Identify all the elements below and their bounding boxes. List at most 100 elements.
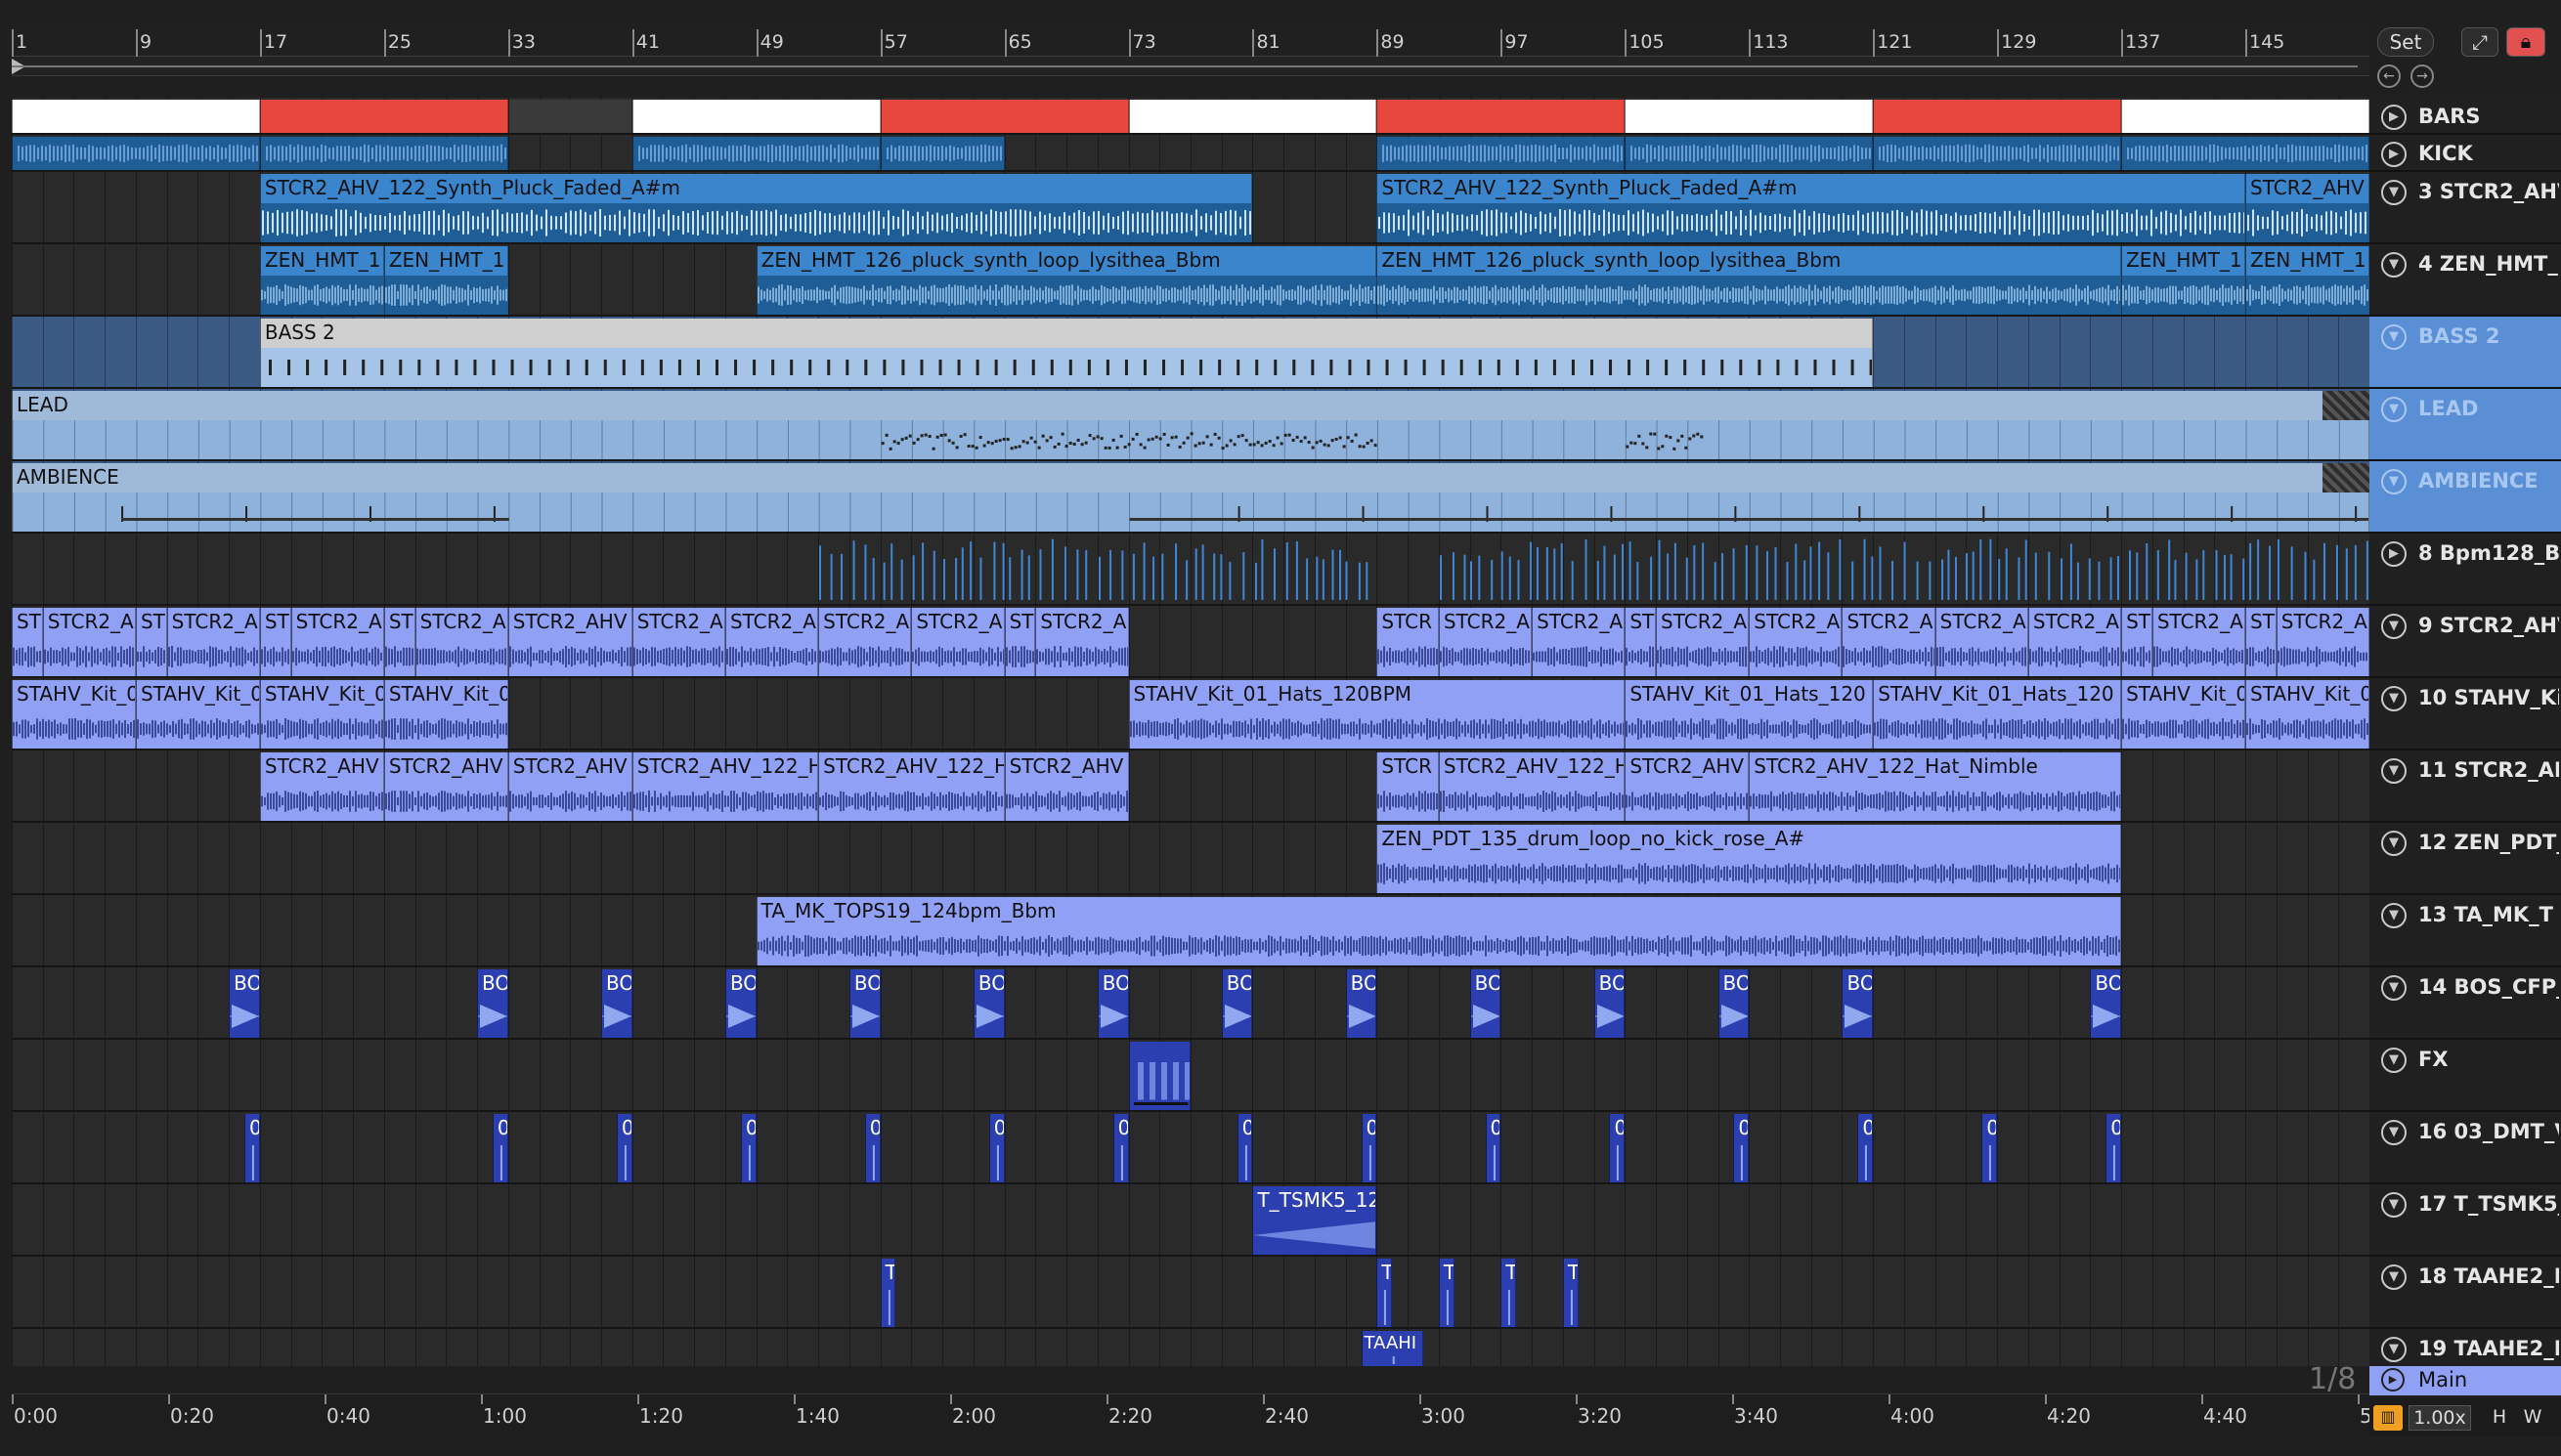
- track-lane[interactable]: STAHV_Kit_0 STAHV_Kit_0 STAHV_Kit_0 STAHV_K…: [12, 678, 2369, 750]
- clip[interactable]: ST: [12, 608, 43, 676]
- clip[interactable]: [507, 100, 632, 133]
- track-header[interactable]: ▼ AMBIENCE: [2369, 461, 2561, 534]
- clip[interactable]: STCR2_AHV: [507, 752, 632, 821]
- clip[interactable]: STCR: [1376, 608, 1439, 676]
- clip[interactable]: 0: [492, 1114, 508, 1182]
- clip[interactable]: BO: [229, 969, 260, 1038]
- play-icon[interactable]: ▶: [2381, 142, 2407, 167]
- clip[interactable]: STAHV_Kit_0: [383, 680, 508, 749]
- clip[interactable]: STCR2_AHV_122_Synth_Pluck_Faded_A#m: [259, 174, 1253, 242]
- track-header[interactable]: ▼ BASS 2: [2369, 317, 2561, 389]
- clip[interactable]: TAAHI: [1361, 1331, 1424, 1366]
- track-lane[interactable]: AMBIENCE: [12, 461, 2369, 534]
- clip[interactable]: [1376, 100, 1626, 133]
- clip[interactable]: [631, 137, 881, 170]
- track-header[interactable]: ▶ BARS: [2369, 98, 2561, 135]
- clip[interactable]: [1625, 100, 1874, 133]
- fold-chevron-icon[interactable]: ▼: [2381, 469, 2407, 494]
- fold-chevron-icon[interactable]: ▼: [2381, 614, 2407, 639]
- clip[interactable]: BO: [1469, 969, 1501, 1038]
- clip[interactable]: [259, 100, 508, 133]
- play-icon[interactable]: ▶: [2381, 1368, 2405, 1392]
- clip[interactable]: 0: [1981, 1114, 1998, 1182]
- clip[interactable]: T: [1500, 1259, 1517, 1327]
- track-header[interactable]: ▼ 13 TA_MK_T: [2369, 895, 2561, 967]
- track-header[interactable]: ▼ 12 ZEN_PDT_: [2369, 823, 2561, 895]
- clip[interactable]: BO: [1717, 969, 1750, 1038]
- clip[interactable]: STAHV_Kit_01_Hats_120: [1625, 680, 1874, 749]
- clip[interactable]: BO: [1345, 969, 1377, 1038]
- clip[interactable]: BO: [973, 969, 1005, 1038]
- clip[interactable]: STCR: [1376, 752, 1439, 821]
- clip[interactable]: [1376, 137, 1626, 170]
- clip[interactable]: STCR2_A: [414, 608, 508, 676]
- locator-strip[interactable]: [12, 57, 2369, 76]
- clip[interactable]: ZEN_HMT_1: [383, 246, 508, 315]
- clip[interactable]: STCR2_AHV_122_Hat_Nimble: [1749, 752, 2122, 821]
- clip[interactable]: 0: [616, 1114, 632, 1182]
- track-lane[interactable]: ZEN_HMT_1 ZEN_HMT_1 ZEN_HMT_126_pluck_synt…: [12, 244, 2369, 317]
- clip[interactable]: STAHV_Kit_0: [135, 680, 260, 749]
- clip[interactable]: STCR2_AHV: [2245, 174, 2369, 242]
- clip[interactable]: [2121, 137, 2369, 170]
- clip[interactable]: [1128, 1042, 1191, 1110]
- clip[interactable]: 0: [1361, 1114, 1377, 1182]
- fold-chevron-icon[interactable]: ▼: [2381, 1048, 2407, 1073]
- track-header[interactable]: ▼ 19 TAAHE2_F: [2369, 1329, 2561, 1368]
- fold-chevron-icon[interactable]: ▼: [2381, 903, 2407, 928]
- clip[interactable]: T: [1438, 1259, 1454, 1327]
- clip[interactable]: BASS 2: [259, 319, 1874, 387]
- fold-chevron-icon[interactable]: ▼: [2381, 686, 2407, 711]
- clip[interactable]: STCR2_AHV_122_Synth_Pluck_Faded_A#m: [1376, 174, 2246, 242]
- clip[interactable]: STCR2_A: [724, 608, 819, 676]
- clip[interactable]: STAHV_Kit_01_Hats_120BPM: [1128, 680, 1626, 749]
- clip[interactable]: STCR2_AHV_122_H: [818, 752, 1005, 821]
- clip[interactable]: STCR2_AHV_122_H: [631, 752, 819, 821]
- arrangement-lanes[interactable]: STCR2_AHV_122_Synth_Pluck_Faded_A#m STCR2…: [12, 98, 2369, 1366]
- clip[interactable]: BO: [848, 969, 881, 1038]
- clip[interactable]: [259, 137, 508, 170]
- clip[interactable]: STCR2_A: [631, 608, 725, 676]
- fold-chevron-icon[interactable]: ▼: [2381, 1337, 2407, 1362]
- clip[interactable]: 0: [988, 1114, 1005, 1182]
- clip[interactable]: STCR2_A: [2151, 608, 2246, 676]
- track-lane[interactable]: T_TSMK5_12: [12, 1184, 2369, 1257]
- clip[interactable]: ST: [259, 608, 291, 676]
- clip[interactable]: ST: [1625, 608, 1657, 676]
- clip[interactable]: STAHV_Kit_0: [2121, 680, 2246, 749]
- track-header[interactable]: ▼ 11 STCR2_AH: [2369, 750, 2561, 823]
- clip[interactable]: 0: [1609, 1114, 1626, 1182]
- clip[interactable]: BO: [601, 969, 632, 1038]
- clip[interactable]: [880, 100, 1129, 133]
- clip[interactable]: [1873, 137, 2122, 170]
- clip[interactable]: [1625, 137, 1874, 170]
- track-lane[interactable]: [12, 534, 2369, 606]
- track-lane[interactable]: STCR2_AHV STCR2_AHV STCR2_AHV STCR2_AHV_122…: [12, 750, 2369, 823]
- clip[interactable]: STCR2_A: [2276, 608, 2369, 676]
- clip[interactable]: ZEN_HMT_1: [259, 246, 384, 315]
- track-header[interactable]: ▼ 3 STCR2_AHV: [2369, 172, 2561, 244]
- track-header[interactable]: ▼ 16 03_DMT_V: [2369, 1112, 2561, 1184]
- clip[interactable]: 0: [740, 1114, 757, 1182]
- clip[interactable]: STCR2_A: [290, 608, 384, 676]
- track-lane[interactable]: [12, 135, 2369, 172]
- track-header[interactable]: ▼ 17 T_TSMK5_: [2369, 1184, 2561, 1257]
- w-button[interactable]: W: [2518, 1405, 2547, 1431]
- track-lane[interactable]: 0 0 0 0 0 0 0 0 0 0 0 0 0 0 0: [12, 1112, 2369, 1184]
- clip[interactable]: ZEN_PDT_135_drum_loop_no_kick_rose_A#: [1376, 825, 2122, 893]
- clip[interactable]: AMBIENCE: [12, 463, 2369, 532]
- clip[interactable]: STCR2_AHV: [507, 608, 632, 676]
- clip[interactable]: STCR2_A: [2027, 608, 2122, 676]
- lock-button[interactable]: 🔒︎: [2506, 27, 2545, 57]
- track-lane[interactable]: ZEN_PDT_135_drum_loop_no_kick_rose_A#: [12, 823, 2369, 895]
- clip[interactable]: 0: [1857, 1114, 1874, 1182]
- zoom-value[interactable]: 1.00x: [2409, 1405, 2471, 1431]
- clip[interactable]: STCR2_AHV: [1004, 752, 1129, 821]
- clip[interactable]: BO: [2090, 969, 2122, 1038]
- track-header[interactable]: ▼ LEAD: [2369, 389, 2561, 461]
- clip[interactable]: T_TSMK5_12: [1252, 1186, 1377, 1255]
- clip[interactable]: BO: [1842, 969, 1874, 1038]
- clip[interactable]: [1128, 100, 1377, 133]
- clip[interactable]: STCR2_AHV: [383, 752, 508, 821]
- clip[interactable]: STAHV_Kit_01_Hats_120: [1873, 680, 2122, 749]
